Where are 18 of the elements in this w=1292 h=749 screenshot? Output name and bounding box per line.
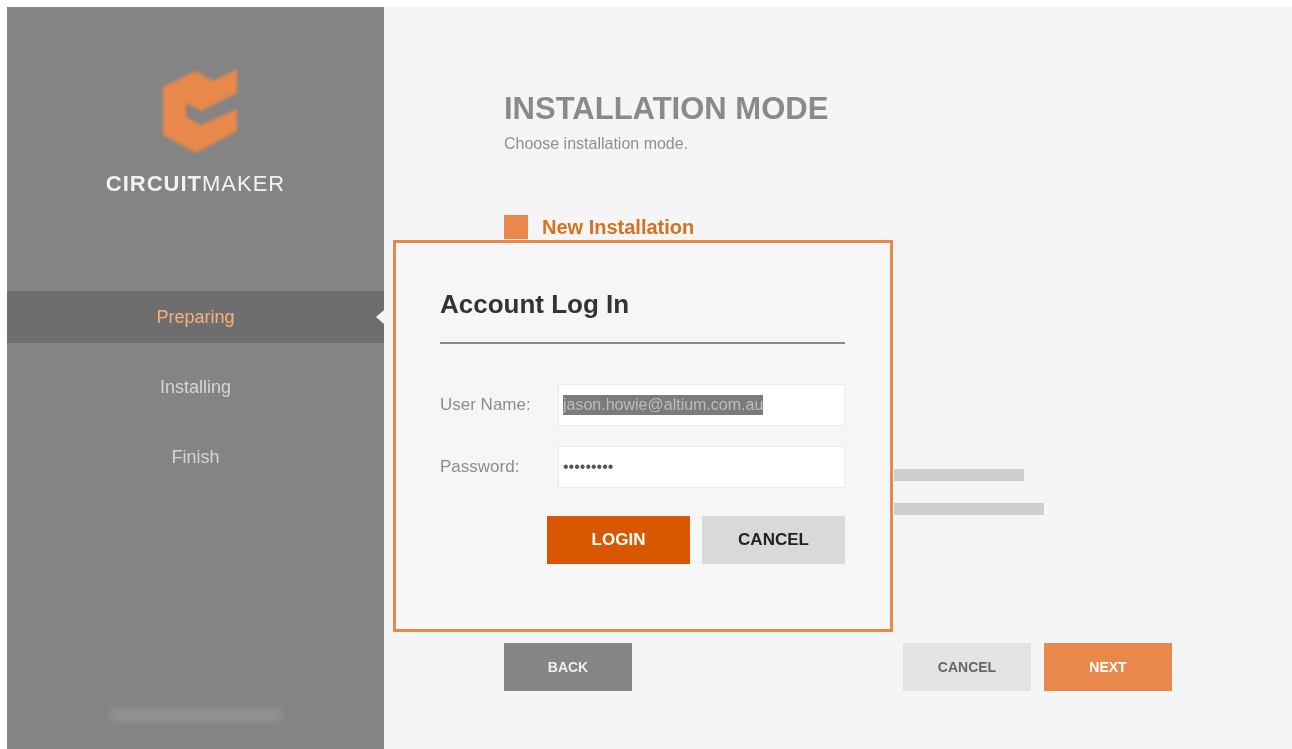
page-title: INSTALLATION MODE — [504, 91, 830, 127]
step-item: Preparing — [7, 291, 384, 343]
wizard-button[interactable]: NEXT — [1044, 643, 1172, 691]
step-item: Installing — [158, 376, 232, 399]
dialog-title: Account Log In — [440, 289, 631, 320]
input-field[interactable]: ••••••••• — [558, 446, 845, 488]
checkbox[interactable] — [504, 215, 528, 239]
field-label: Password: — [440, 457, 521, 477]
step-item: Finish — [170, 446, 221, 469]
brand-name: CIRCUITMAKER — [104, 171, 287, 197]
option-label: New Installation — [542, 215, 695, 239]
dialog-button[interactable]: LOGIN — [547, 516, 690, 564]
wizard-button[interactable]: CANCEL — [903, 643, 1031, 691]
wizard-button[interactable]: BACK — [504, 643, 632, 691]
field-label: User Name: — [440, 395, 532, 415]
input-field[interactable]: jason.howie@altium.com.au — [558, 384, 845, 426]
page-subtitle: Choose installation mode. — [504, 135, 690, 153]
dialog-button[interactable]: CANCEL — [702, 516, 845, 564]
